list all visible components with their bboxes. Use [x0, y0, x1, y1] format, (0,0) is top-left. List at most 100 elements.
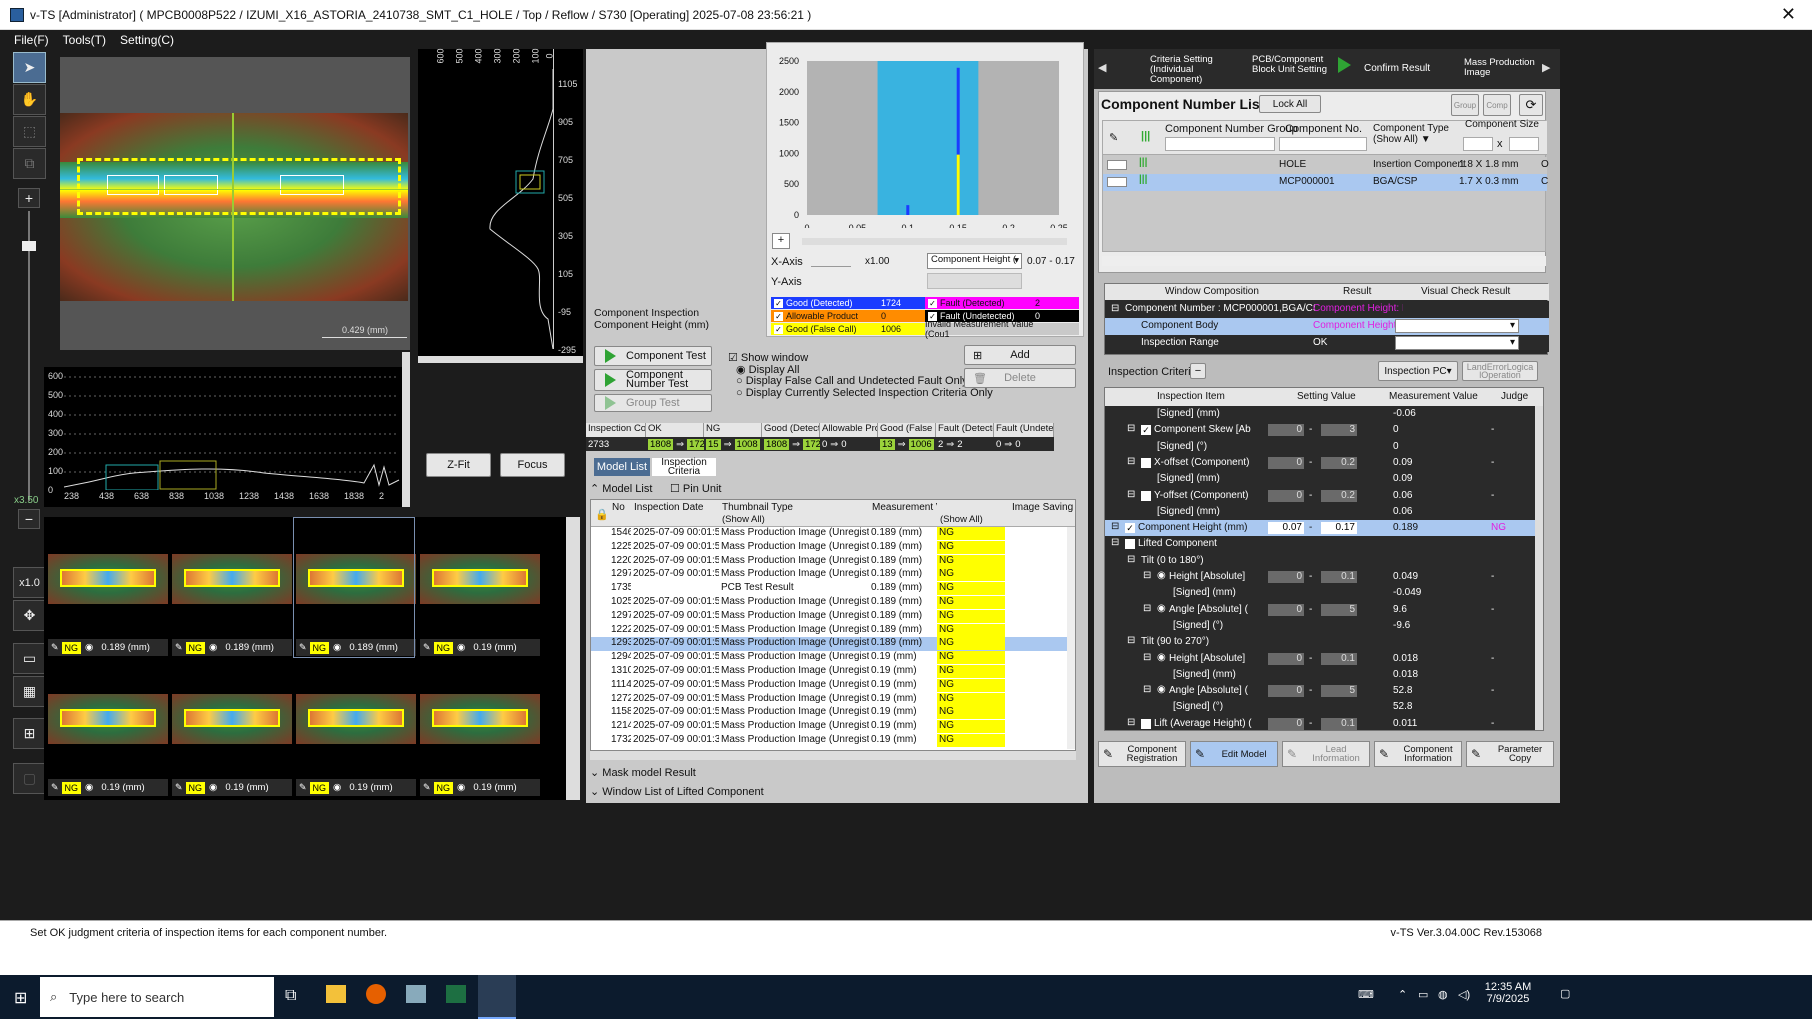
expand-icon[interactable]: ⊟: [1111, 537, 1119, 548]
table-row[interactable]: 15462025-07-09 00:01:58Mass Production I…: [591, 527, 1067, 541]
criteria-row[interactable]: [Signed] (mm) 0.06: [1105, 503, 1535, 521]
table-row[interactable]: 12202025-07-09 00:01:58Mass Production I…: [591, 554, 1067, 569]
model-list-toggle[interactable]: ⌃ Model List: [590, 482, 652, 495]
eye-icon[interactable]: ◉: [333, 782, 341, 793]
criteria-row[interactable]: ⊟ Lifted Component: [1105, 536, 1535, 553]
criteria-row[interactable]: ⊟ Tilt (90 to 270°): [1105, 634, 1535, 651]
table-row[interactable]: 12942025-07-09 00:01:58Mass Production I…: [591, 651, 1067, 665]
pin-unit-checkbox[interactable]: ☐ Pin Unit: [670, 482, 721, 495]
delete-button[interactable]: 🗑 Delete: [964, 368, 1076, 388]
expand-icon[interactable]: ⊟: [1127, 554, 1135, 565]
criteria-radio[interactable]: ◉: [1157, 570, 1166, 581]
select-rect-icon[interactable]: ⬚: [13, 116, 46, 147]
tab-criteria-setting[interactable]: Criteria Setting (Individual Component): [1112, 51, 1217, 87]
table-row[interactable]: 1158 2025-07-09 00:01:58 Mass Production I…: [591, 706, 1067, 721]
add-button[interactable]: ⊞ Add: [964, 345, 1076, 365]
criteria-min-input[interactable]: 0: [1268, 685, 1304, 698]
criteria-max-input[interactable]: 5: [1321, 685, 1357, 698]
collapse-criteria-button[interactable]: −: [1190, 363, 1206, 379]
criteria-row[interactable]: [Signed] (°) 0: [1105, 438, 1535, 455]
table-row[interactable]: 12932025-07-09 00:01:58Mass Production I…: [591, 637, 1067, 652]
criteria-radio[interactable]: ◉: [1157, 684, 1166, 695]
zfit-button[interactable]: Z-Fit: [426, 453, 491, 477]
eye-icon[interactable]: ◉: [457, 782, 465, 793]
eye-icon[interactable]: ◉: [85, 642, 93, 653]
bottom-button-register[interactable]: ✎ Component Registration: [1098, 741, 1186, 767]
horizontal-profile-scroll[interactable]: [402, 352, 410, 507]
cnl-row-toggle[interactable]: [1107, 177, 1127, 187]
criteria-min-input[interactable]: 0: [1268, 717, 1304, 730]
expand-icon[interactable]: ⊟: [1143, 684, 1151, 695]
criteria-row[interactable]: [Signed] (°) 52.8: [1105, 699, 1535, 716]
expand-icon[interactable]: ⊟: [1143, 603, 1151, 614]
thumbnail-image[interactable]: [172, 554, 292, 604]
criteria-max-input[interactable]: 0.2: [1321, 456, 1357, 469]
table-row[interactable]: 12142025-07-09 00:01:58Mass Production I…: [591, 720, 1067, 734]
criteria-row[interactable]: ⊟ Tilt (0 to 180°): [1105, 552, 1535, 569]
table-row[interactable]: 12722025-07-09 00:01:58Mass Production I…: [591, 692, 1067, 707]
inspection-pc-select[interactable]: Inspection PC ▾: [1378, 361, 1458, 381]
pointer-tool-icon[interactable]: ➤: [13, 52, 46, 83]
criteria-row[interactable]: [Signed] (mm) 0.09: [1105, 471, 1535, 488]
expand-icon[interactable]: ⊟: [1127, 423, 1135, 434]
table-row[interactable]: 12222025-07-09 00:01:58Mass Production I…: [591, 623, 1067, 638]
tab-model-list[interactable]: Model List: [594, 458, 650, 476]
menu-tools[interactable]: Tools(T): [63, 33, 106, 47]
chart-scrollbar[interactable]: [802, 238, 1067, 245]
search-box[interactable]: ⌕ Type here to search: [40, 977, 274, 1017]
criteria-row[interactable]: ⊟ ✓ Component Height (mm) 0.07-0.17 0.189 NG: [1105, 520, 1535, 537]
cnl-number-filter[interactable]: [1279, 137, 1367, 151]
list-header-no-col[interactable]: No: [609, 502, 631, 513]
wc-row[interactable]: Component Number : MCP000001,BGA/CSP,I Co…: [1105, 301, 1549, 318]
fit-icon[interactable]: ⊞: [13, 718, 46, 749]
component-test-button[interactable]: Component Test: [594, 346, 712, 366]
legend-item[interactable]: ✓ Good (Detected) 1724: [771, 297, 925, 309]
thumbnail-image[interactable]: [48, 694, 168, 744]
visual-check-select[interactable]: ▾: [1395, 319, 1519, 333]
criteria-max-input[interactable]: 0.17: [1321, 522, 1357, 535]
criteria-min-input[interactable]: 0: [1268, 571, 1304, 583]
criteria-row[interactable]: ⊟ Lift (Average Height) (0-0.1 0.011-: [1105, 715, 1535, 730]
table-row[interactable]: 1114 2025-07-09 00:01:58 Mass Production I…: [591, 678, 1067, 693]
thumbnail-image[interactable]: [420, 554, 540, 604]
tab-left-icon[interactable]: ◀: [1098, 61, 1106, 74]
criteria-max-input[interactable]: 0.1: [1321, 652, 1357, 665]
criteria-row[interactable]: ⊟ ✓ Component Skew [Ab 0-3 0-: [1105, 422, 1535, 439]
legend-checkbox[interactable]: ✓: [774, 324, 783, 334]
eye-icon[interactable]: ◉: [457, 642, 465, 653]
bottom-button-copy[interactable]: ✎ Parameter Copy: [1466, 741, 1554, 767]
hand-tool-icon[interactable]: ✋: [13, 84, 46, 115]
thumbnail-image[interactable]: [420, 694, 540, 744]
pin-icon[interactable]: ✎: [423, 642, 431, 653]
criteria-row[interactable]: ⊟ X-offset (Component) 0-0.2 0.09-: [1105, 454, 1535, 472]
excel-icon[interactable]: [446, 985, 466, 1003]
table-row[interactable]: 12972025-07-09 00:01:58Mass Production I…: [591, 568, 1067, 583]
cnl-group-filter[interactable]: [1165, 137, 1275, 151]
firefox-icon[interactable]: [366, 984, 386, 1004]
zoom-in-icon[interactable]: +: [18, 188, 40, 208]
cnl-row-toggle[interactable]: [1107, 160, 1127, 170]
group-test-button[interactable]: Group Test: [594, 394, 712, 412]
zoom-slider-track[interactable]: [28, 211, 30, 501]
legend-item[interactable]: ✓ Fault (Detected) 2: [925, 297, 1079, 309]
tray-icon[interactable]: ▭: [1418, 988, 1428, 1001]
tab-block-unit-setting[interactable]: PCB/Component Block Unit Setting: [1220, 51, 1328, 87]
criteria-min-input[interactable]: 0: [1268, 489, 1304, 502]
legend-checkbox[interactable]: ✓: [774, 311, 783, 321]
list-scrollbar[interactable]: [1067, 527, 1075, 749]
bottom-button-lead[interactable]: ✎ Lead Information: [1282, 741, 1370, 767]
yaxis-select[interactable]: [927, 273, 1022, 289]
lock-all-button[interactable]: Lock All: [1259, 95, 1321, 113]
legend-item[interactable]: ✓ Good (False Call) 1006: [771, 323, 925, 335]
keyboard-icon[interactable]: ⌨: [1358, 988, 1374, 1001]
legend-item[interactable]: Invalid Measurement Value (Cou1: [925, 319, 1079, 339]
criteria-min-input[interactable]: 0: [1268, 652, 1304, 665]
list-filter[interactable]: (Show All): [719, 514, 765, 525]
close-icon[interactable]: ✕: [1781, 4, 1796, 25]
table-row[interactable]: 1735 PCB Test Result 0.189 (mm) NG: [591, 582, 1067, 596]
criteria-max-input[interactable]: 3: [1321, 424, 1357, 437]
legend-checkbox[interactable]: ✓: [774, 298, 783, 308]
table-row[interactable]: 12972025-07-09 00:01:58Mass Production I…: [591, 609, 1067, 624]
xaxis-select[interactable]: Component Height (▾: [927, 253, 1022, 269]
chevron-up-icon[interactable]: ⌃: [1398, 988, 1407, 1001]
